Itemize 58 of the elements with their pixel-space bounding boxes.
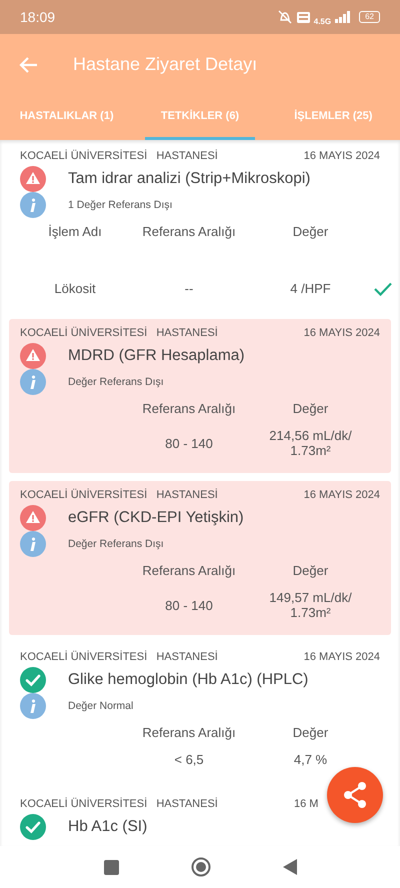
table-cell-text: -- [184,280,194,298]
hospital-name: KOCAELİ ÜNİVERSİTESİ HASTANESİ [20,650,219,663]
column-header: Referans Aralığı [141,400,237,418]
info-icon[interactable] [20,692,46,719]
share-icon [342,781,368,809]
table-cell-text: < 6,5 [173,751,205,770]
network-type: 4.5G [314,17,332,26]
test-title: Tam idrar analizi (Strip+Mikroskopi) [68,170,310,188]
test-card[interactable]: KOCAELİ ÜNİVERSİTESİ HASTANESİ 16 MAYIS 2024 Glike hemoglobin (Hb A1c) (HPLC) Değer Normal Referans Aralığı Değer < 6,5 4,7 % [9,642,391,782]
table-cell-text: 80 - 140 [164,434,214,453]
recents-icon[interactable] [104,860,118,874]
table-cell-text: 80 - 140 [164,596,214,615]
mute-icon [276,10,293,24]
share-button[interactable] [327,767,383,823]
status-note: Değer Referans Dışı [68,538,164,550]
clock: 18:09 [20,9,56,25]
table-cell-text: 4,7 % [292,750,328,769]
test-date: 16 MAYIS 2024 [304,650,380,663]
test-card[interactable]: KOCAELİ ÜNİVERSİTESİ HASTANESİ 16 M Hb A1c (SI) [9,790,391,846]
home-icon[interactable] [190,857,210,877]
hospital-name: KOCAELİ ÜNİVERSİTESİ HASTANESİ [20,798,219,810]
table-cell-text: Lökosit [53,280,97,298]
column-header: Değer [292,724,330,742]
battery-level: 62 [359,11,380,23]
status-note: Değer Normal [68,700,134,712]
test-date: 16 MAYIS 2024 [304,326,380,339]
test-title: Hb A1c (SI) [68,818,148,836]
signal-icon [335,11,352,23]
test-date: 16 M [294,798,320,810]
test-card[interactable]: KOCAELİ ÜNİVERSİTESİ HASTANESİ 16 MAYIS 2024 eGFR (CKD-EPI Yetişkin) Değer Referans Dışı Referans Aralığı Değer 80 - 140 149,57 mL/dk/ 1.73m² [9,480,391,635]
test-title: eGFR (CKD-EPI Yetişkin) [68,508,244,527]
test-card[interactable]: KOCAELİ ÜNİVERSİTESİ HASTANESİ 16 MAYIS 2024 MDRD (GFR Hesaplama) Değer Referans Dışı Referans Aralığı Değer 80 - 140 214,56 mL/dk/ 1.73m² [9,318,391,473]
column-header: Referans Aralığı [141,223,237,241]
column-header: Referans Aralığı [141,724,237,742]
status-note: Değer Referans Dışı [68,376,164,388]
info-icon[interactable] [20,368,46,395]
hospital-name: KOCAELİ ÜNİVERSİTESİ HASTANESİ [20,326,219,339]
back-icon[interactable] [282,859,296,875]
screen-title: Hastane Ziyaret Detayı [73,54,258,75]
info-icon[interactable] [20,530,46,557]
test-title: MDRD (GFR Hesaplama) [68,346,245,365]
test-card[interactable]: KOCAELİ ÜNİVERSİTESİ HASTANESİ 16 MAYIS 2024 Tam idrar analizi (Strip+Mikroskopi) 1 Değer Referans Dışı İşlem Adı Referans Aralığı Değer Lökosit -- 4 /HPF [9,142,391,311]
table-cell-text: 214,56 mL/dk/ 1.73m² [268,426,353,460]
status-note: 1 Değer Referans Dışı [68,199,172,211]
column-header: Değer [292,223,330,241]
volte-icon [296,12,310,22]
column-header: İşlem Adı [47,223,103,241]
column-header: Değer [292,562,330,580]
info-icon[interactable] [20,192,46,218]
table-cell-text: 4 /HPF [289,280,332,298]
hospital-name: KOCAELİ ÜNİVERSİTESİ HASTANESİ [20,150,219,162]
column-header: Referans Aralığı [141,562,237,580]
column-header: Değer [292,400,330,418]
hospital-name: KOCAELİ ÜNİVERSİTESİ HASTANESİ [20,488,219,501]
test-title: Glike hemoglobin (Hb A1c) (HPLC) [68,670,308,689]
test-date: 16 MAYIS 2024 [304,150,380,162]
test-date: 16 MAYIS 2024 [304,488,380,501]
table-cell-text: 149,57 mL/dk/ 1.73m² [268,588,353,622]
